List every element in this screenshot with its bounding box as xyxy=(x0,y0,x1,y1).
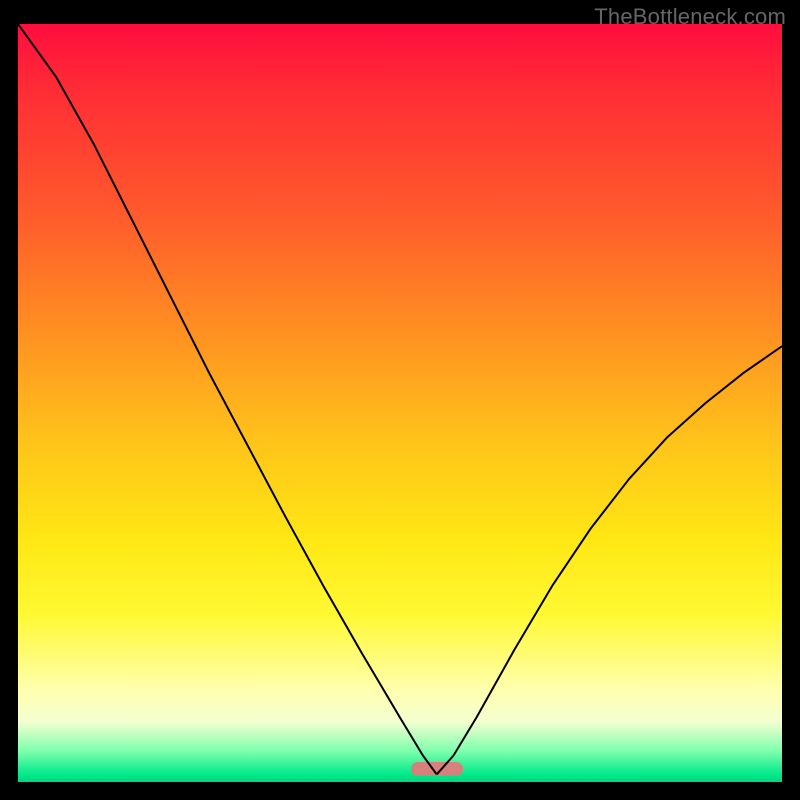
curve-left-branch xyxy=(18,24,437,774)
curve-right-branch xyxy=(437,346,782,774)
chart-frame: TheBottleneck.com xyxy=(0,0,800,800)
watermark-text: TheBottleneck.com xyxy=(594,4,786,30)
plot-area xyxy=(18,24,782,782)
bottleneck-curve xyxy=(18,24,782,782)
